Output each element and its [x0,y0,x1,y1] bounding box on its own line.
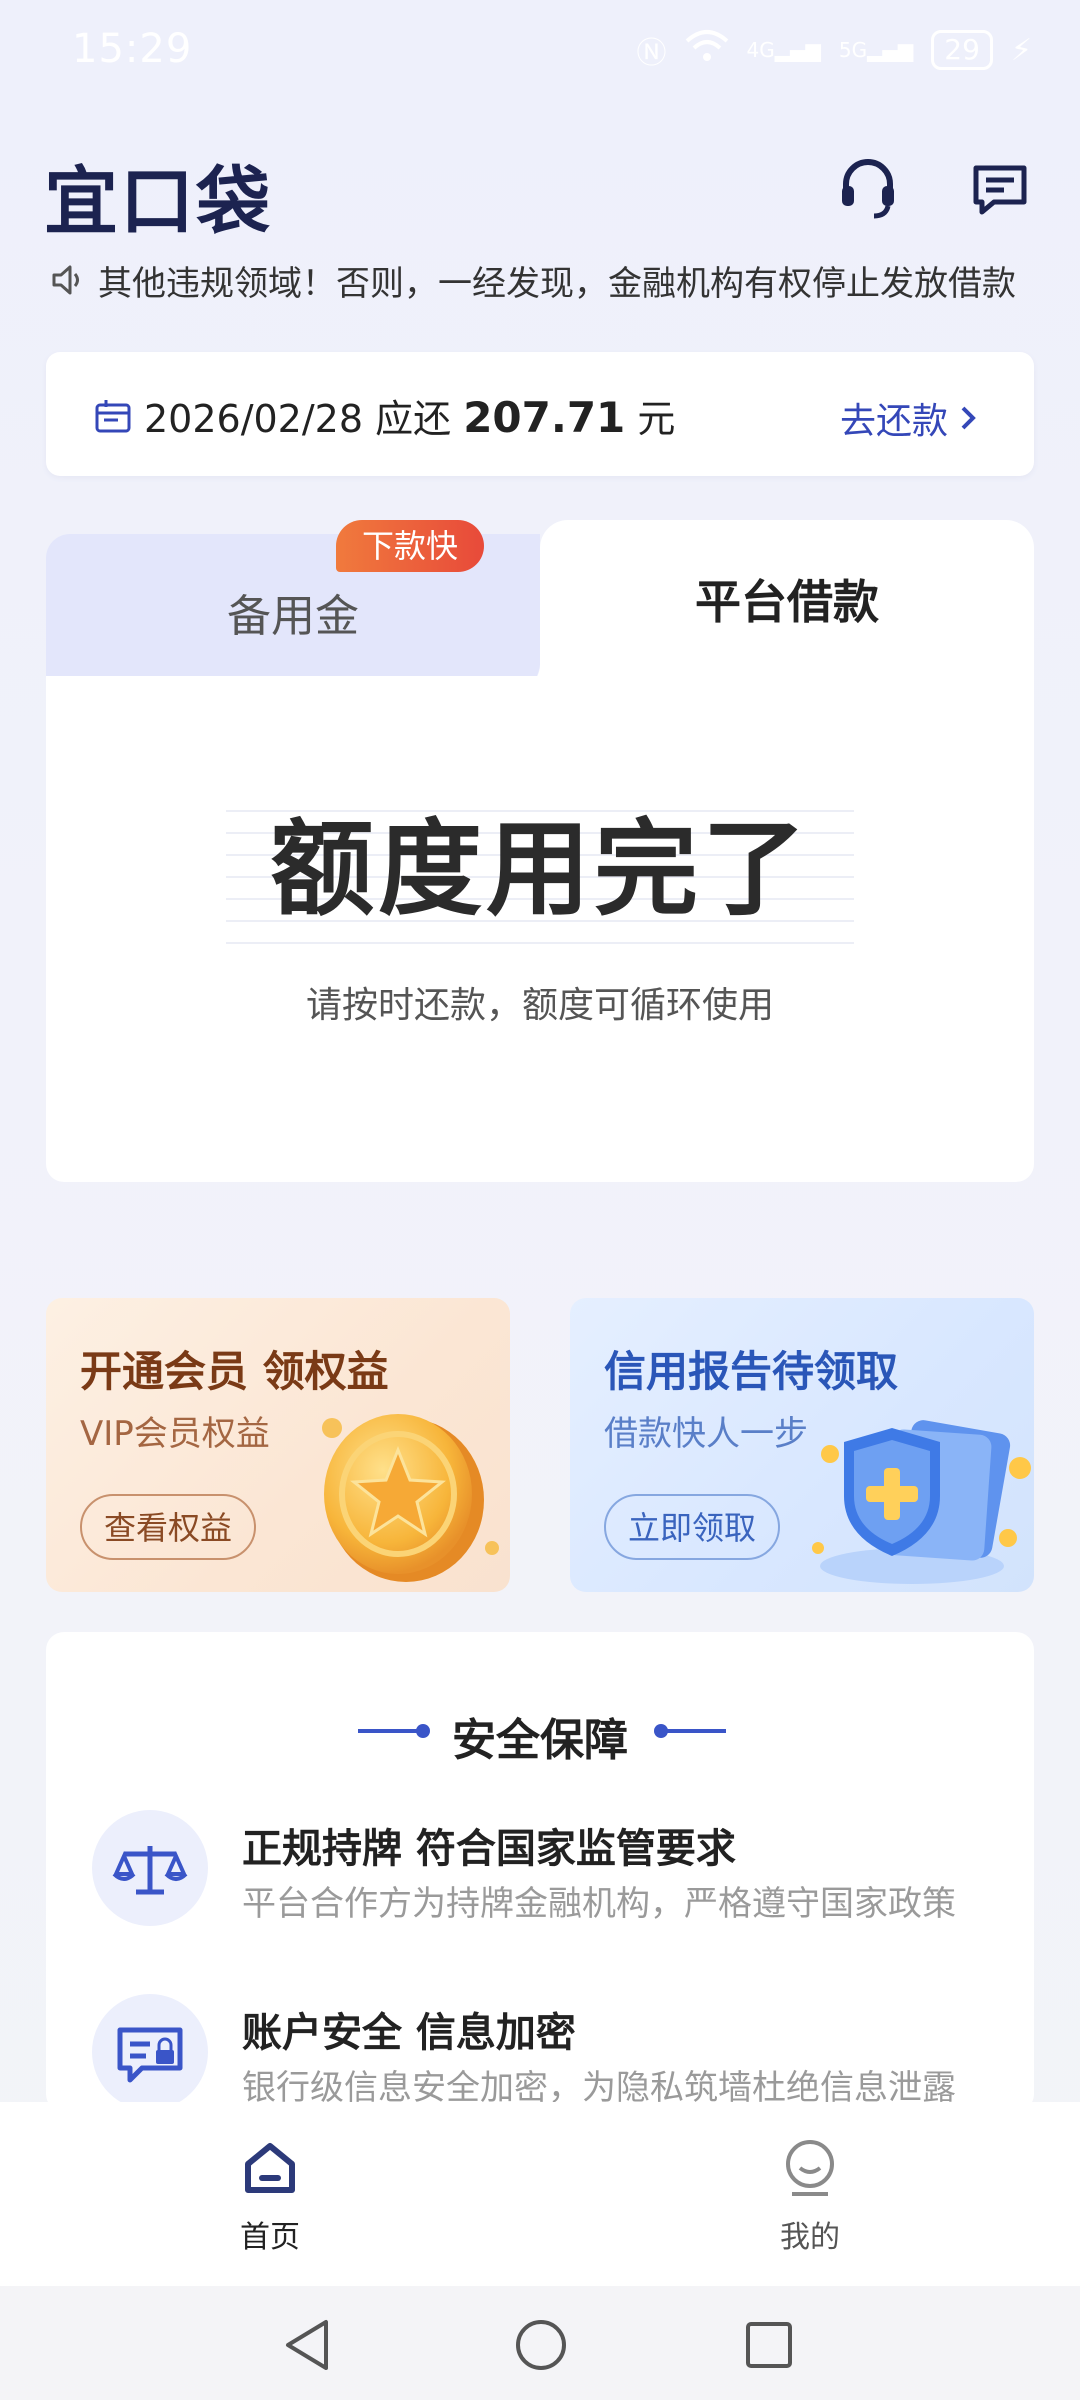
credit-report-promo-card[interactable]: 信用报告待领取 借款快人一步 立即领取 [570,1298,1034,1592]
repayment-card[interactable]: 2026/02/28 应还 207.71 元 去还款 [46,352,1034,476]
nav-home[interactable]: 首页 [190,2138,350,2256]
title-decoration-right [656,1729,726,1733]
status-icons: Ⓝ 4G▂▄▆ 5G▂▄▆ 29 ⚡ [636,28,1032,72]
repayment-amount: 207.71 [463,393,626,442]
profile-icon [786,2140,834,2196]
nav-mine[interactable]: 我的 [730,2138,890,2256]
charging-icon: ⚡ [1010,32,1032,68]
notice-text: 其他违规领域！否则，一经发现，金融机构有权停止发放借款 [98,263,1016,304]
signal-5g-icon: 5G▂▄▆ [838,38,914,62]
battery-indicator: 29 [931,30,993,70]
security-item-desc: 平台合作方为持牌金融机构，严格遵守国家政策 [242,1884,956,1924]
tab-platform-loan-label[interactable]: 平台借款 [540,566,1034,632]
quota-card: 备用金 平台借款 下款快 额度用完了 请按时还款，额度可循环使用 [46,520,1034,1182]
credit-title: 信用报告待领取 [604,1347,899,1396]
go-repay-button[interactable]: 去还款 [840,392,978,444]
repayment-info: 2026/02/28 应还 207.71 元 [144,388,675,443]
signal-4g-icon: 4G▂▄▆ [746,38,821,62]
bottom-tab-bar: 首页 我的 [0,2102,1080,2286]
encrypted-account-icon [92,1994,208,2110]
message-icon[interactable] [970,162,1030,218]
credit-subtitle: 借款快人一步 [604,1414,808,1454]
security-item-heading: 正规持牌 符合国家监管要求 [242,1826,736,1872]
chevron-right-icon [961,406,976,430]
home-icon [245,2143,295,2193]
go-repay-label: 去还款 [839,401,948,442]
shield-document-icon [812,1420,1031,1584]
scale-icon [92,1810,208,1926]
gold-coin-star-icon [322,1414,499,1582]
repayment-date: 2026/02/28 应还 [144,397,464,441]
tab-standby-fund-label[interactable]: 备用金 [46,580,540,644]
system-navigation-bar [0,2286,1080,2400]
vip-subtitle: VIP会员权益 [80,1414,270,1454]
wifi-icon [685,29,729,71]
security-item-heading: 账户安全 信息加密 [242,2010,576,2056]
app-logo: 宜口袋 [44,159,272,245]
nfc-icon: Ⓝ [636,36,667,71]
customer-service-icon[interactable] [838,156,898,220]
nav-mine-label: 我的 [780,2220,840,2255]
notice-bar[interactable]: 其他违规领域！否则，一经发现，金融机构有权停止发放借款 [50,256,1030,304]
security-card: 安全保障 正规持牌 符合国家监管要求 平台合作方为持牌金融机构，严格遵守国家政策 [46,1632,1034,2112]
claim-now-button[interactable]: 立即领取 [604,1494,781,1560]
fast-disbursement-badge: 下款快 [336,520,485,572]
quota-subtitle: 请按时还款，额度可循环使用 [305,985,774,1026]
security-title: 安全保障 [452,1715,628,1766]
home-circle-icon[interactable] [514,2318,568,2372]
recents-icon[interactable] [744,2320,794,2370]
repayment-unit: 元 [625,397,676,441]
view-benefits-button[interactable]: 查看权益 [80,1494,257,1560]
quota-headline: 额度用完了 [269,808,810,930]
status-time: 15:29 [72,26,193,72]
bill-icon [95,400,131,433]
quota-body: 额度用完了 请按时还款，额度可循环使用 [46,676,1034,1182]
speaker-icon [52,265,79,295]
vip-promo-card[interactable]: 开通会员 领权益 VIP会员权益 查看权益 [46,1298,510,1592]
status-bar: 15:29 Ⓝ 4G▂▄▆ 5G▂▄▆ 29 ⚡ [0,0,1080,100]
nav-home-label: 首页 [240,2220,300,2255]
back-icon[interactable] [282,2318,332,2372]
